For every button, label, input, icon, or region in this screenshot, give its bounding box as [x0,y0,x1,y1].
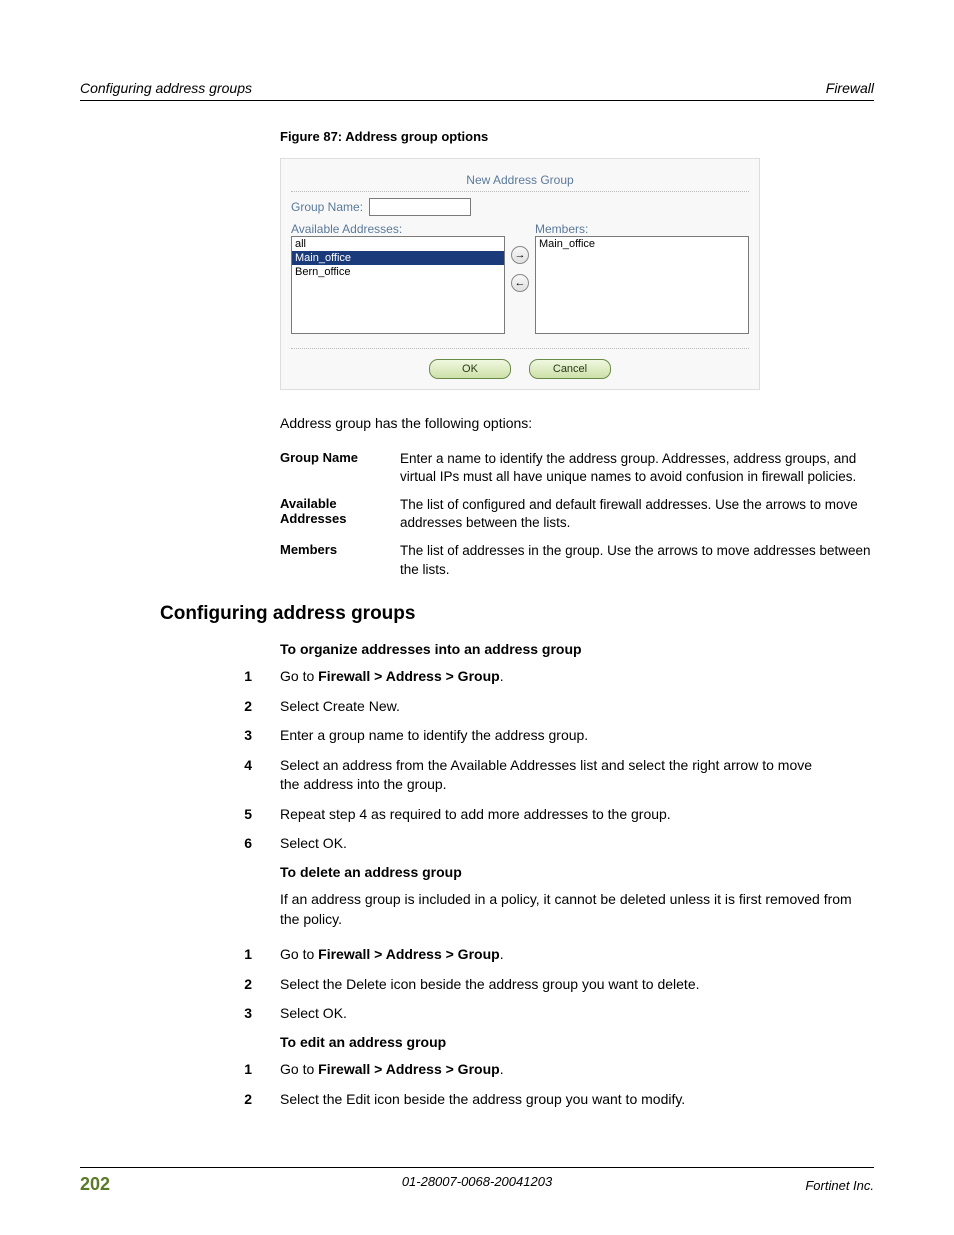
option-term: Group Name [280,450,380,486]
group-name-label: Group Name: [291,200,363,214]
group-name-input[interactable] [369,198,471,216]
cancel-button[interactable]: Cancel [529,359,611,379]
step-number: 6 [80,834,280,854]
move-left-icon[interactable]: ← [511,274,529,292]
step-number: 1 [80,1060,280,1080]
step-text: Select the Edit icon beside the address … [280,1090,874,1110]
header-left: Configuring address groups [80,80,252,96]
step-number: 5 [80,805,280,825]
step-text: Repeat step 4 as required to add more ad… [280,805,874,825]
procedure-heading: To edit an address group [280,1034,874,1050]
running-header: Configuring address groups Firewall [80,80,874,101]
section-heading: Configuring address groups [160,603,874,625]
step-text: Select OK. [280,834,874,854]
option-desc: Enter a name to identify the address gro… [400,450,874,486]
members-list[interactable]: Main_office [535,236,749,334]
step-number: 3 [80,726,280,746]
list-item[interactable]: all [292,237,504,251]
procedure-heading: To organize addresses into an address gr… [280,641,874,657]
step-text: Go to Firewall > Address > Group. [280,1060,874,1080]
members-label: Members: [535,222,749,236]
option-term: Available Addresses [280,496,380,532]
step-number: 4 [80,756,280,795]
step-text: Select OK. [280,1004,874,1024]
step-text: Select an address from the Available Add… [280,756,874,795]
header-right: Firewall [826,80,874,96]
option-term: Members [280,542,380,578]
step-text: Select Create New. [280,697,874,717]
intro-text: Address group has the following options: [280,414,874,434]
figure-screenshot: New Address Group Group Name: Available … [280,158,760,390]
step-number: 3 [80,1004,280,1024]
move-right-icon[interactable]: → [511,246,529,264]
step-number: 1 [80,667,280,687]
available-addresses-label: Available Addresses: [291,222,505,236]
step-text: Go to Firewall > Address > Group. [280,945,874,965]
procedure-heading: To delete an address group [280,864,874,880]
step-number: 2 [80,975,280,995]
list-item[interactable]: Main_office [536,237,748,251]
step-number: 1 [80,945,280,965]
footer-doc-id: 01-28007-0068-20041203 [80,1174,874,1189]
step-number: 2 [80,1090,280,1110]
step-text: Go to Firewall > Address > Group. [280,667,874,687]
step-text: Enter a group name to identify the addre… [280,726,874,746]
available-addresses-list[interactable]: all Main_office Bern_office [291,236,505,334]
step-text: Select the Delete icon beside the addres… [280,975,874,995]
list-item[interactable]: Bern_office [292,265,504,279]
procedure-intro: If an address group is included in a pol… [280,890,874,929]
list-item[interactable]: Main_office [292,251,504,265]
options-table: Group Name Enter a name to identify the … [280,450,874,579]
step-number: 2 [80,697,280,717]
dialog-title: New Address Group [291,169,749,192]
option-desc: The list of configured and default firew… [400,496,874,532]
ok-button[interactable]: OK [429,359,511,379]
page-footer: 202 01-28007-0068-20041203 Fortinet Inc. [80,1167,874,1195]
figure-caption: Figure 87: Address group options [280,129,874,144]
option-desc: The list of addresses in the group. Use … [400,542,874,578]
